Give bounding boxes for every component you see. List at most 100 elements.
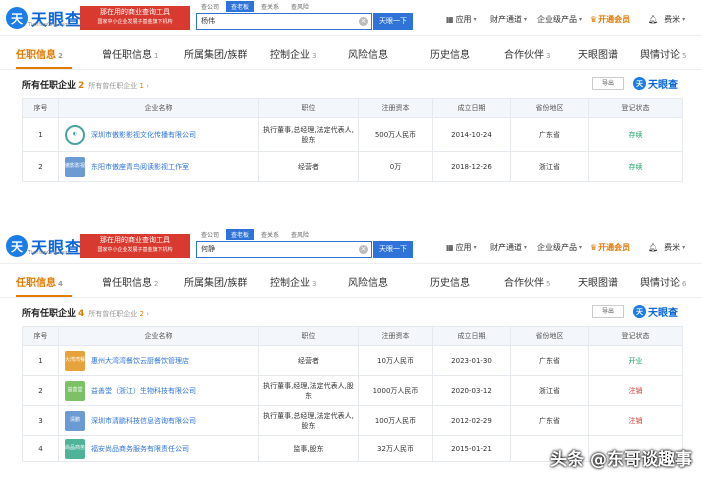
tab-label: 合作伙伴 xyxy=(504,278,544,289)
search-tab-risk[interactable]: 查风险 xyxy=(286,229,314,240)
tab-partners[interactable]: 合作伙伴 5 xyxy=(504,274,550,289)
tab-risk[interactable]: 风险信息 xyxy=(348,274,388,289)
tab-discussion[interactable]: 舆情讨论 6 xyxy=(640,274,686,289)
capital-cell: 500万人民币 xyxy=(358,117,433,152)
tab-group[interactable]: 所属集团/族群 xyxy=(184,46,249,61)
promo-banner[interactable]: 那在用的商业查询工具 国家中小企业发展子基金旗下机构 xyxy=(80,6,190,30)
section-title: 所有任职企业 2 所有曾任职企业 1 › xyxy=(22,78,149,91)
company-cell: ◐ 深圳市傲影影视文化传播有限公司 xyxy=(58,117,259,152)
nav-enterprise[interactable]: 企业级产品 ▾ xyxy=(537,242,582,253)
tab-history[interactable]: 历史信息 xyxy=(430,274,470,289)
col-header: 企业名称 xyxy=(58,326,259,346)
section-title: 所有任职企业 4 所有曾任职企业 2 › xyxy=(22,306,149,319)
search-tab-relation[interactable]: 查关系 xyxy=(256,1,284,12)
tab-group[interactable]: 所属集团/族群 xyxy=(184,274,249,289)
company-logo-icon: 益善堂 xyxy=(65,380,85,401)
section-subtitle[interactable]: 所有曾任职企业 1 › xyxy=(88,82,149,90)
nav-user-label: 费米 xyxy=(664,15,681,24)
tab-label: 曾任职信息 xyxy=(102,278,152,289)
nav-vip-label: 开通会员 xyxy=(598,15,631,24)
nav-user[interactable]: 🔔︎ 费米 ▾ xyxy=(648,14,685,25)
role-cell: 经营者 xyxy=(258,151,359,182)
table-row: 1 大湾湾餐 惠州大湾湾餐饮云厨餐饮管理店 经营者 10万人民币 2023-01-… xyxy=(22,345,683,376)
col-header: 注册资本 xyxy=(358,326,433,346)
company-link[interactable]: 益善堂（浙江）生物科技有限公司 xyxy=(91,386,196,396)
status-badge: 存续 xyxy=(588,151,683,182)
company-link[interactable]: 东阳市傲座青鸟阅读影视工作室 xyxy=(91,162,189,172)
chevron-down-icon: ▾ xyxy=(579,244,583,251)
top-header: 天 天眼查 TianYanCha.com 那在用的商业查询工具 国家中小企业发展… xyxy=(0,0,702,36)
export-button[interactable]: 导出 xyxy=(592,77,624,90)
date-cell: 2018-12-26 xyxy=(432,151,511,182)
brand-badge: 天天眼查 xyxy=(633,76,678,91)
tab-controlled[interactable]: 控制企业 3 xyxy=(270,46,316,61)
tab-label: 天眼图谱 xyxy=(578,278,618,289)
chevron-down-icon: ▾ xyxy=(473,16,477,23)
tab-label: 控制企业 xyxy=(270,278,310,289)
row-index: 3 xyxy=(22,405,59,436)
nav-bid[interactable]: 财产通道 ▾ xyxy=(490,242,527,253)
search-tab-boss[interactable]: 查老板 xyxy=(226,1,255,12)
company-link[interactable]: 福安尚品商务服务有限责任公司 xyxy=(91,444,189,454)
nav-bid[interactable]: 财产通道 ▾ xyxy=(490,14,527,25)
tab-risk[interactable]: 风险信息 xyxy=(348,46,388,61)
table-header-row: 序号 企业名称 职位 注册资本 成立日期 省份地区 登记状态 xyxy=(22,326,683,346)
export-button[interactable]: 导出 xyxy=(592,305,624,318)
tab-past-positions[interactable]: 曾任职信息 1 xyxy=(102,46,158,61)
tab-count: 3 xyxy=(312,280,317,288)
search-button[interactable]: 天眼一下 xyxy=(373,13,413,30)
tab-count: 5 xyxy=(682,52,687,60)
nav-enterprise-label: 企业级产品 xyxy=(537,243,577,252)
tab-graph[interactable]: 天眼图谱 xyxy=(578,274,618,289)
tab-current-positions[interactable]: 任职信息 4 xyxy=(16,274,63,289)
search-input[interactable]: 何静 × xyxy=(196,241,372,258)
tab-count: 3 xyxy=(312,52,317,60)
clear-icon[interactable]: × xyxy=(359,17,368,26)
tab-graph[interactable]: 天眼图谱 xyxy=(578,46,618,61)
tab-partners[interactable]: 合作伙伴 3 xyxy=(504,46,550,61)
company-cell: 傲影影视 东阳市傲座青鸟阅读影视工作室 xyxy=(58,151,259,182)
nav-app[interactable]: ▦ 应用 ▾ xyxy=(446,14,477,25)
tab-discussion[interactable]: 舆情讨论 5 xyxy=(640,46,686,61)
col-header: 序号 xyxy=(22,98,59,118)
company-logo-icon: 清鹏 xyxy=(65,410,85,431)
clear-icon[interactable]: × xyxy=(359,245,368,254)
search-tab-risk[interactable]: 查风险 xyxy=(286,1,314,12)
tab-past-positions[interactable]: 曾任职信息 2 xyxy=(102,274,158,289)
row-index: 1 xyxy=(22,345,59,376)
col-header: 序号 xyxy=(22,326,59,346)
search-tab-company[interactable]: 查公司 xyxy=(196,1,224,12)
crown-icon: ♛ xyxy=(590,15,598,24)
col-header: 职位 xyxy=(258,326,359,346)
detail-tabs: 任职信息 4 曾任职信息 2 所属集团/族群 控制企业 3 风险信息 历史信息 合作伙… xyxy=(0,264,702,298)
company-logo-icon: 尚品商务 xyxy=(65,438,85,459)
nav-user-label: 费米 xyxy=(664,243,681,252)
search-tab-relation[interactable]: 查关系 xyxy=(256,229,284,240)
company-cell: 尚品商务 福安尚品商务服务有限责任公司 xyxy=(58,435,259,462)
promo-banner[interactable]: 那在用的商业查询工具 国家中小企业发展子基金旗下机构 xyxy=(80,234,190,258)
search-input-value: 杨伟 xyxy=(201,17,215,25)
search-tab-boss[interactable]: 查老板 xyxy=(226,229,255,240)
nav-bid-label: 财产通道 xyxy=(490,243,522,252)
search-input[interactable]: 杨伟 × xyxy=(196,13,372,30)
company-link[interactable]: 惠州大湾湾餐饮云厨餐饮管理店 xyxy=(91,356,189,366)
tab-label: 任职信息 xyxy=(16,278,56,289)
tab-history[interactable]: 历史信息 xyxy=(430,46,470,61)
company-link[interactable]: 深圳市傲影影视文化传播有限公司 xyxy=(91,130,196,140)
nav-app[interactable]: ▦ 应用 ▾ xyxy=(446,242,477,253)
company-link[interactable]: 深圳市清鹏科技信息咨询有限公司 xyxy=(91,416,196,426)
nav-vip[interactable]: ♛ 开通会员 xyxy=(590,242,630,253)
nav-user[interactable]: 🔔︎ 费米 ▾ xyxy=(648,242,685,253)
search-tab-company[interactable]: 查公司 xyxy=(196,229,224,240)
nav-vip[interactable]: ♛ 开通会员 xyxy=(590,14,630,25)
nav-enterprise[interactable]: 企业级产品 ▾ xyxy=(537,14,582,25)
tab-current-positions[interactable]: 任职信息 2 xyxy=(16,46,63,61)
grid-icon: ▦ xyxy=(446,15,454,24)
search-button[interactable]: 天眼一下 xyxy=(373,241,413,258)
tab-controlled[interactable]: 控制企业 3 xyxy=(270,274,316,289)
watermark: 头条 @东哥谈趣事 xyxy=(550,450,692,470)
search-type-tabs: 查公司 查老板 查关系 查风险 xyxy=(196,229,314,240)
region-cell: 浙江省 xyxy=(510,151,589,182)
section-subtitle[interactable]: 所有曾任职企业 2 › xyxy=(88,310,149,318)
nav-vip-label: 开通会员 xyxy=(598,243,631,252)
